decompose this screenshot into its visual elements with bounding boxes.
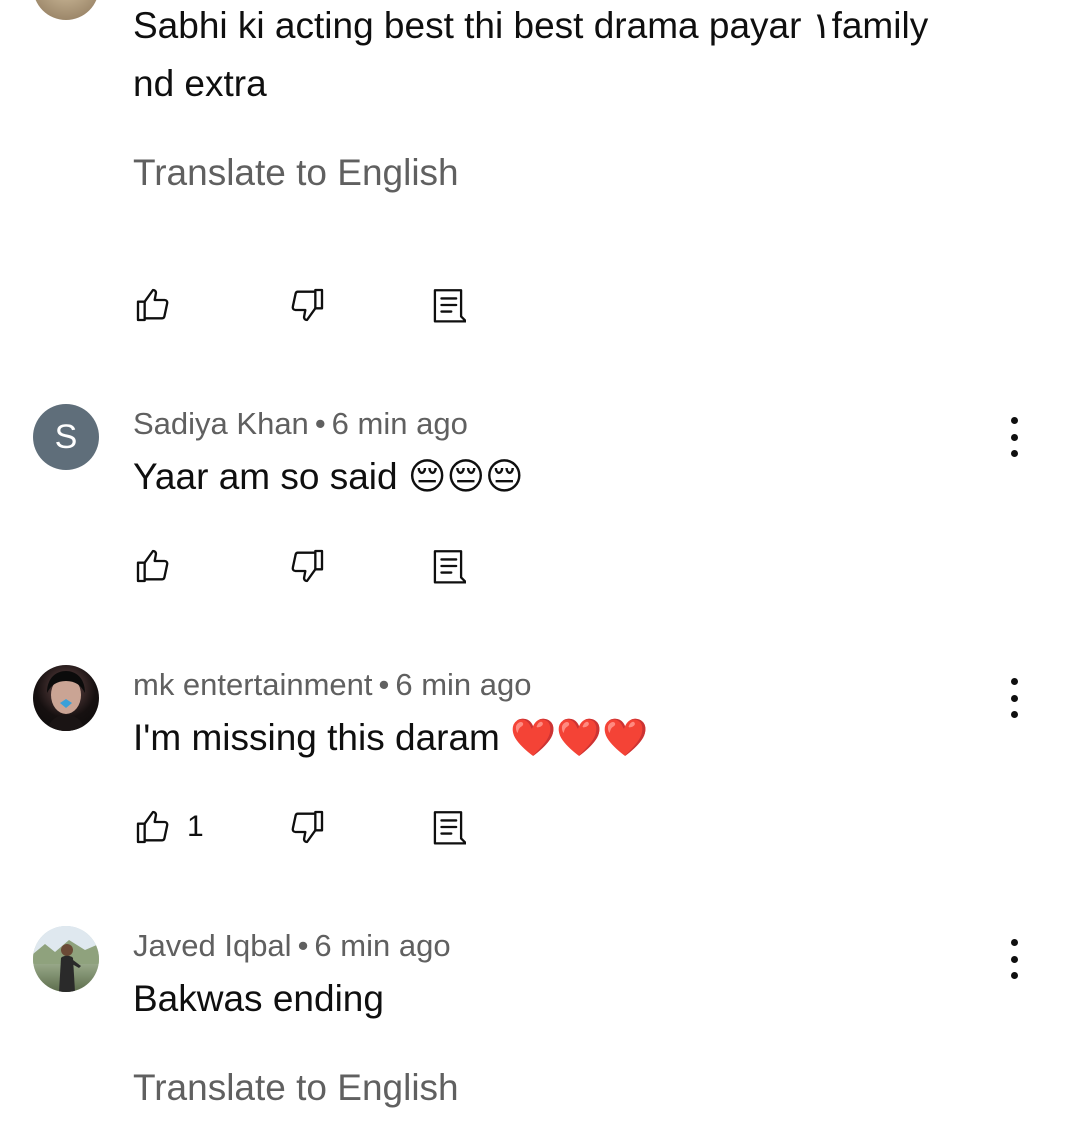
avatar[interactable]: S (33, 404, 99, 470)
more-vert-icon (1010, 939, 1018, 946)
comment-time: 6 min ago (395, 667, 532, 702)
user-photo-icon (33, 926, 99, 992)
comment-text: Bakwas ending (133, 978, 384, 1019)
like-button[interactable]: 1 (133, 807, 204, 847)
more-options-button[interactable] (998, 417, 1030, 457)
like-button[interactable] (133, 285, 173, 325)
reply-button[interactable] (430, 546, 466, 586)
thumb-down-icon (291, 288, 324, 322)
thumb-up-icon (136, 288, 169, 322)
avatar[interactable] (33, 0, 99, 20)
comment-text-line: nd extra (133, 63, 267, 104)
avatar-letter: S (54, 417, 78, 456)
more-options-button[interactable] (998, 939, 1030, 979)
comments-screen: Sabhi ki acting best thi best drama paya… (0, 0, 1080, 1148)
dislike-button[interactable] (287, 546, 327, 586)
reply-icon (433, 289, 466, 323)
dislike-button[interactable] (287, 807, 327, 847)
more-options-button[interactable] (998, 678, 1030, 718)
like-count: 1 (187, 810, 204, 843)
author-name[interactable]: mk entertainment (133, 667, 373, 702)
author-name[interactable]: Javed Iqbal (133, 928, 292, 963)
thumb-up-icon (136, 810, 169, 844)
reply-icon (433, 550, 466, 584)
comment-meta: Javed Iqbal • 6 min ago (133, 926, 451, 966)
like-button[interactable] (133, 546, 173, 586)
meta-separator: • (314, 406, 326, 441)
more-vert-icon (1010, 417, 1018, 424)
comment-text: Yaar am so said 😔😔😔 (133, 456, 524, 497)
thumb-down-icon (291, 810, 324, 844)
meta-separator: • (378, 667, 390, 702)
comment-actions: 1 (133, 807, 493, 847)
reply-icon (433, 811, 466, 845)
author-name[interactable]: Sadiya Khan (133, 406, 309, 441)
dislike-button[interactable] (287, 285, 327, 325)
comment-text: I'm missing this daram ❤️❤️❤️ (133, 717, 649, 758)
reply-button[interactable] (430, 807, 466, 847)
thumb-up-icon (136, 549, 169, 583)
translate-link[interactable]: Translate to English (133, 150, 459, 196)
comment-actions (133, 285, 493, 325)
comment-time: 6 min ago (314, 928, 451, 963)
more-vert-icon (1010, 678, 1018, 685)
meta-separator: • (297, 928, 309, 963)
comment-actions (133, 546, 493, 586)
avatar[interactable] (33, 926, 99, 992)
user-photo-icon (47, 671, 85, 731)
comment-meta: Sadiya Khan • 6 min ago (133, 404, 468, 444)
translate-link[interactable]: Translate to English (133, 1065, 459, 1111)
comment-time: 6 min ago (331, 406, 468, 441)
comment-meta: mk entertainment • 6 min ago (133, 665, 532, 705)
thumb-down-icon (291, 549, 324, 583)
reply-button[interactable] (430, 285, 466, 325)
comment-text-line: Sabhi ki acting best thi best drama paya… (133, 5, 929, 46)
avatar[interactable] (33, 665, 99, 731)
